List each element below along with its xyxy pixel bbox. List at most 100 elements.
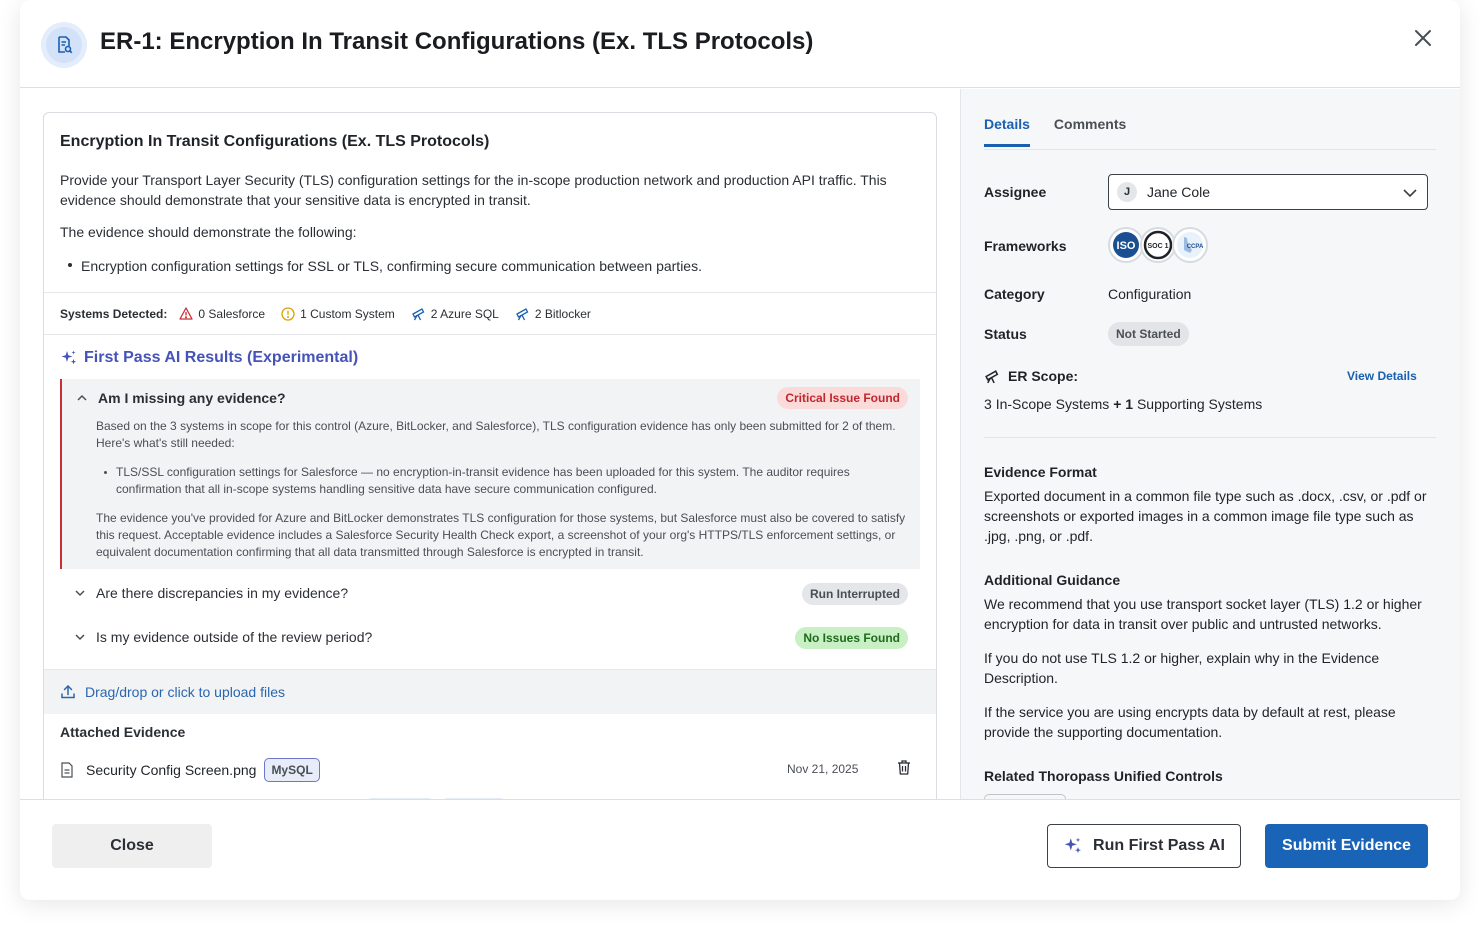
trash-icon[interactable] [896, 759, 912, 776]
supporting-count: 1 [1125, 396, 1134, 412]
svg-text:SOC 1: SOC 1 [1147, 243, 1168, 250]
document-search-icon [41, 22, 87, 68]
file-icon [61, 762, 73, 778]
iso-logo[interactable]: ISO [1108, 227, 1144, 263]
request-card: Encryption In Transit Configurations (Ex… [43, 112, 937, 799]
system-bitlocker[interactable]: 2 Bitlocker [515, 307, 591, 321]
scope-summary: 3 In-Scope Systems + 1 Supporting System… [984, 396, 1262, 412]
ai-question-review-period[interactable]: Is my evidence outside of the review per… [60, 618, 920, 658]
tabs-divider [984, 149, 1436, 150]
submit-evidence-button[interactable]: Submit Evidence [1265, 824, 1428, 868]
alert-circle-icon [281, 306, 295, 321]
system-label: 1 Custom System [300, 306, 395, 321]
telescope-icon [411, 307, 425, 320]
chevron-down-icon [75, 590, 85, 597]
frameworks-list: ISO SOC 1 CCPA [1108, 227, 1208, 263]
attached-evidence-title: Attached Evidence [60, 724, 186, 740]
details-tabs: Details Comments [984, 116, 1150, 147]
assignee-select[interactable]: J Jane Cole [1108, 174, 1428, 210]
request-panel: Encryption In Transit Configurations (Ex… [20, 89, 960, 799]
chevron-down-icon [75, 634, 85, 641]
svg-text:ISO: ISO [1117, 240, 1136, 252]
evidence-request-modal: ER-1: Encryption In Transit Configuratio… [20, 0, 1460, 900]
soc1-logo[interactable]: SOC 1 [1140, 227, 1176, 263]
ai-results-title: First Pass AI Results (Experimental) [60, 349, 358, 367]
view-details-link[interactable]: View Details [1347, 369, 1417, 383]
telescope-icon [515, 307, 529, 320]
file-name[interactable]: Security Config Screen.png [86, 762, 256, 778]
file-date: Nov 21, 2025 [787, 762, 859, 776]
systems-label: Systems Detected: [60, 306, 168, 321]
warning-triangle-icon [179, 307, 194, 320]
scope-label-text: ER Scope: [1008, 368, 1079, 384]
guidance-title: Additional Guidance [984, 572, 1121, 588]
avatar: J [1117, 182, 1137, 202]
question-toggle[interactable]: Am I missing any evidence? [76, 390, 286, 406]
section-divider [984, 437, 1436, 438]
guidance-paragraph: We recommend that you use transport sock… [984, 596, 1422, 632]
modal-header: ER-1: Encryption In Transit Configuratio… [20, 0, 1460, 88]
question-text: Am I missing any evidence? [98, 390, 286, 406]
ai-title-text: First Pass AI Results (Experimental) [84, 349, 359, 366]
assignee-name: Jane Cole [1147, 184, 1211, 200]
frameworks-label: Frameworks [984, 238, 1067, 254]
svg-text:CCPA: CCPA [1187, 244, 1204, 250]
ai-answer-bullet: TLS/SSL configuration settings for Sales… [104, 464, 904, 498]
upload-icon [61, 684, 75, 699]
upload-label: Drag/drop or click to upload files [85, 684, 285, 700]
evidence-format-title: Evidence Format [984, 464, 1097, 480]
er-scope-label: ER Scope: [984, 368, 1078, 384]
tab-details[interactable]: Details [984, 116, 1030, 147]
guidance-paragraph: If the service you are using encrypts da… [984, 704, 1396, 740]
system-salesforce[interactable]: 0 Salesforce [179, 307, 265, 321]
system-custom[interactable]: 1 Custom System [281, 307, 395, 321]
modal-title: ER-1: Encryption In Transit Configuratio… [100, 28, 814, 55]
supporting-text: Supporting Systems [1136, 396, 1263, 412]
status-badge-ok: No Issues Found [795, 627, 908, 649]
request-description: Provide your Transport Layer Security (T… [60, 172, 887, 208]
question-text: Is my evidence outside of the review per… [96, 629, 373, 645]
ai-answer-paragraph: The evidence you've provided for Azure a… [96, 511, 906, 559]
ccpa-logo[interactable]: CCPA [1172, 227, 1208, 263]
chevron-up-icon [77, 394, 87, 401]
guidance-paragraph: If you do not use TLS 1.2 or higher, exp… [984, 650, 1380, 686]
system-azure-sql[interactable]: 2 Azure SQL [411, 307, 499, 321]
sparkle-icon [1064, 837, 1082, 854]
question-toggle[interactable]: Are there discrepancies in my evidence? [74, 585, 348, 601]
upload-dropzone[interactable]: Drag/drop or click to upload files [44, 669, 936, 714]
scope-plus: + [1113, 396, 1122, 412]
systems-detected-bar: Systems Detected: 0 Salesforce 1 Custom … [44, 292, 936, 335]
ai-answer-paragraph: Based on the 3 systems in scope for this… [96, 419, 896, 450]
modal-footer: Close Run First Pass AI Submit Evidence [20, 799, 1460, 900]
system-label: 2 Azure SQL [430, 306, 499, 321]
attached-file-row: Security Config Screen.png MySQL Nov 21,… [60, 756, 920, 784]
related-controls-title: Related Thoropass Unified Controls [984, 768, 1223, 784]
run-ai-label: Run First Pass AI [1093, 837, 1225, 854]
chevron-down-icon [1403, 189, 1417, 198]
status-badge: Not Started [1108, 322, 1189, 346]
system-label: 2 Bitlocker [534, 306, 591, 321]
in-scope-text: In-Scope Systems [995, 396, 1110, 412]
status-badge-critical: Critical Issue Found [777, 387, 908, 409]
telescope-icon [985, 369, 999, 383]
request-title: Encryption In Transit Configurations (Ex… [60, 133, 490, 150]
demonstrate-intro: The evidence should demonstrate the foll… [60, 224, 357, 240]
requirement-text: Encryption configuration settings for SS… [81, 258, 702, 274]
status-badge-interrupted: Run Interrupted [802, 583, 908, 605]
question-toggle[interactable]: Is my evidence outside of the review per… [74, 629, 372, 645]
details-panel: Details Comments Assignee J Jane Cole Fr… [960, 89, 1460, 799]
assignee-label: Assignee [984, 184, 1047, 200]
requirement-bullet: Encryption configuration settings for SS… [68, 258, 702, 274]
system-tag: MySQL [264, 758, 320, 782]
tab-comments[interactable]: Comments [1054, 116, 1126, 147]
run-first-pass-ai-button[interactable]: Run First Pass AI [1047, 824, 1241, 868]
in-scope-count: 3 [984, 396, 992, 412]
ai-question-discrepancies[interactable]: Are there discrepancies in my evidence? … [60, 574, 920, 614]
category-label: Category [984, 286, 1045, 302]
system-label: 0 Salesforce [198, 306, 266, 321]
question-text: Are there discrepancies in my evidence? [96, 585, 349, 601]
ai-question-missing-evidence: Am I missing any evidence? Critical Issu… [60, 379, 920, 569]
evidence-format-text: Exported document in a common file type … [984, 488, 1427, 544]
close-icon[interactable] [1412, 27, 1434, 49]
close-button[interactable]: Close [52, 824, 212, 868]
